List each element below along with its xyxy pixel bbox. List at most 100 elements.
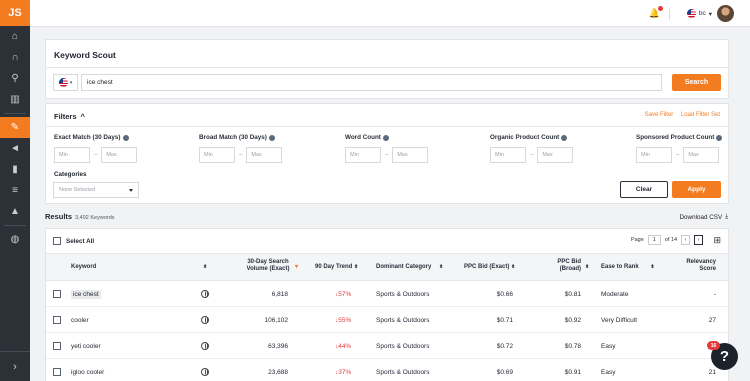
header-90-day-trend[interactable]: 90 Day Trend ⬍ bbox=[315, 264, 358, 271]
min-input[interactable]: Min bbox=[199, 147, 235, 163]
search-volume-cell: 106,102 bbox=[264, 316, 289, 324]
marketplace-selector[interactable]: ▾ bbox=[53, 74, 78, 91]
min-input[interactable]: Min bbox=[490, 147, 526, 163]
filter-label: Organic Product Count bbox=[490, 134, 573, 141]
amazon-search-icon[interactable] bbox=[201, 316, 209, 324]
megaphone-icon[interactable]: ◄ bbox=[0, 138, 30, 159]
ease-to-rank-cell: Moderate bbox=[601, 290, 629, 298]
keyword-cell: cooler bbox=[71, 307, 89, 333]
home-icon[interactable]: ⌂ bbox=[0, 26, 30, 47]
row-checkbox-cell bbox=[53, 281, 61, 307]
apply-button[interactable]: Apply bbox=[672, 181, 721, 198]
header-ppc-bid-exact[interactable]: PPC Bid (Exact) ⬍ bbox=[464, 264, 515, 271]
search-input[interactable] bbox=[81, 74, 662, 91]
info-icon[interactable] bbox=[561, 134, 568, 141]
filter-label-text: Organic Product Count bbox=[490, 134, 560, 141]
table-row[interactable]: ice chest 6,818 ↓57% Sports & Outdoors $0.66… bbox=[46, 281, 728, 307]
download-csv-button[interactable]: Download CSV ⤓ bbox=[680, 213, 729, 221]
clear-button[interactable]: Clear bbox=[620, 181, 668, 198]
table-row[interactable]: igloo cooler 23,688 ↓37% Sports & Outdoors $… bbox=[46, 359, 728, 381]
table-row[interactable]: yeti cooler 63,396 ↓44% Sports & Outdoors $0… bbox=[46, 333, 728, 359]
page-input[interactable]: 1 bbox=[647, 235, 661, 245]
filters-panel: Filters ^ Save Filter Load Filter Set Ex… bbox=[45, 103, 729, 204]
database-icon[interactable]: ▥ bbox=[0, 89, 30, 110]
filter-label: Word Count bbox=[345, 134, 428, 141]
locale-selector[interactable]: bc ▾ bbox=[686, 9, 712, 18]
headphones-icon[interactable]: ∩ bbox=[0, 47, 30, 68]
sort-icon[interactable]: ⬍ bbox=[203, 264, 207, 271]
search-volume-cell: 23,688 bbox=[268, 368, 288, 376]
collapse-sidebar-icon[interactable]: › bbox=[0, 351, 30, 381]
table-row[interactable]: cooler 106,102 ↓55% Sports & Outdoors $0.71 $… bbox=[46, 307, 728, 333]
notification-bell-icon[interactable]: 🔔 bbox=[649, 6, 663, 19]
table-header: Keyword ⬍ 30-Day Search Volume (Exact) ▾… bbox=[46, 253, 728, 281]
max-input[interactable]: Max bbox=[392, 147, 429, 163]
range-dash: – bbox=[239, 152, 243, 158]
row-checkbox[interactable] bbox=[53, 290, 61, 298]
amazon-search-icon[interactable] bbox=[201, 290, 209, 298]
us-flag-icon bbox=[58, 78, 68, 87]
header-ppc-bid-broad-line2: (Broad) bbox=[559, 266, 581, 272]
max-input[interactable]: Max bbox=[683, 147, 720, 163]
filter-links: Save Filter Load Filter Set bbox=[645, 112, 720, 118]
filter-group: Exact Match (30 Days) Min – Max bbox=[54, 134, 138, 163]
filter-label: Exact Match (30 Days) bbox=[54, 134, 137, 141]
select-all[interactable]: Select All bbox=[53, 237, 94, 245]
prev-page-button[interactable]: ‹ bbox=[681, 235, 690, 245]
academy-icon[interactable]: ≡ bbox=[0, 180, 30, 201]
download-icon: ⤓ bbox=[725, 213, 728, 220]
sort-icon: ⬍ bbox=[511, 264, 516, 270]
min-max-inputs: Min – Max bbox=[345, 147, 429, 163]
load-filter-set-link[interactable]: Load Filter Set bbox=[681, 112, 720, 118]
keyword-text: yeti cooler bbox=[71, 342, 101, 350]
header-ppc-bid-broad[interactable]: PPC Bid (Broad) bbox=[551, 259, 581, 273]
sidebar: JS ⌂ ∩ ⚲ ▥ ✎ ◄ ▮ ≡ ▲ ◍ › bbox=[0, 0, 30, 381]
search-button[interactable]: Search bbox=[672, 74, 721, 91]
amazon-search-icon[interactable] bbox=[201, 342, 209, 350]
amazon-search-icon[interactable] bbox=[201, 368, 209, 376]
min-input[interactable]: Min bbox=[636, 147, 672, 163]
row-checkbox[interactable] bbox=[53, 368, 61, 376]
filters-toggle[interactable]: Filters ^ bbox=[54, 112, 85, 121]
globe-icon[interactable]: ◍ bbox=[0, 229, 30, 250]
max-input[interactable]: Max bbox=[537, 147, 574, 163]
header-dominant-category[interactable]: Dominant Category ⬍ bbox=[376, 264, 443, 271]
header-relevancy-score[interactable]: Relevancy Score bbox=[672, 259, 716, 273]
ppc-exact-cell: $0.69 bbox=[496, 368, 513, 376]
info-icon[interactable] bbox=[716, 134, 723, 141]
min-input[interactable]: Min bbox=[54, 147, 90, 163]
info-icon[interactable] bbox=[268, 134, 275, 141]
select-all-checkbox[interactable] bbox=[53, 237, 61, 245]
row-checkbox[interactable] bbox=[53, 342, 61, 350]
header-ppc-bid-broad-line1: PPC Bid bbox=[557, 259, 581, 265]
header-keyword[interactable]: Keyword bbox=[71, 264, 96, 271]
filter-label: Sponsored Product Count bbox=[636, 134, 723, 141]
trend-cell: ↓37% bbox=[335, 368, 352, 376]
save-filter-link[interactable]: Save Filter bbox=[645, 112, 674, 118]
search-icon[interactable]: ⚲ bbox=[0, 68, 30, 89]
categories-select[interactable]: None Selected bbox=[53, 182, 139, 198]
max-input[interactable]: Max bbox=[246, 147, 283, 163]
us-flag-icon bbox=[686, 9, 696, 18]
divider bbox=[669, 8, 670, 20]
row-checkbox[interactable] bbox=[53, 316, 61, 324]
next-page-button[interactable]: › bbox=[694, 235, 703, 245]
avatar[interactable] bbox=[717, 5, 734, 22]
min-max-inputs: Min – Max bbox=[636, 147, 722, 163]
analytics-icon[interactable]: ▮ bbox=[0, 159, 30, 180]
logo[interactable]: JS bbox=[0, 0, 30, 26]
columns-settings-icon[interactable]: ⊞ bbox=[713, 235, 721, 246]
max-input[interactable]: Max bbox=[101, 147, 138, 163]
min-input[interactable]: Min bbox=[345, 147, 381, 163]
sort-icon[interactable]: ⬍ bbox=[585, 264, 589, 271]
header-ease-to-rank[interactable]: Ease to Rank ⬍ bbox=[601, 264, 655, 271]
info-icon[interactable] bbox=[382, 134, 389, 141]
wrench-icon[interactable]: ✎ bbox=[0, 117, 30, 138]
category-cell: Sports & Outdoors bbox=[376, 290, 430, 298]
info-icon[interactable] bbox=[122, 134, 129, 141]
graduation-cap-icon[interactable]: ▲ bbox=[0, 201, 30, 222]
header-search-volume[interactable]: 30-Day Search Volume (Exact) bbox=[242, 259, 294, 273]
keyword-cell: ice chest bbox=[71, 281, 101, 307]
sort-desc-icon[interactable]: ▾ bbox=[295, 264, 298, 271]
table-toolbar: Select All Page 1 of 14 ‹ › ⊞ bbox=[46, 229, 728, 253]
